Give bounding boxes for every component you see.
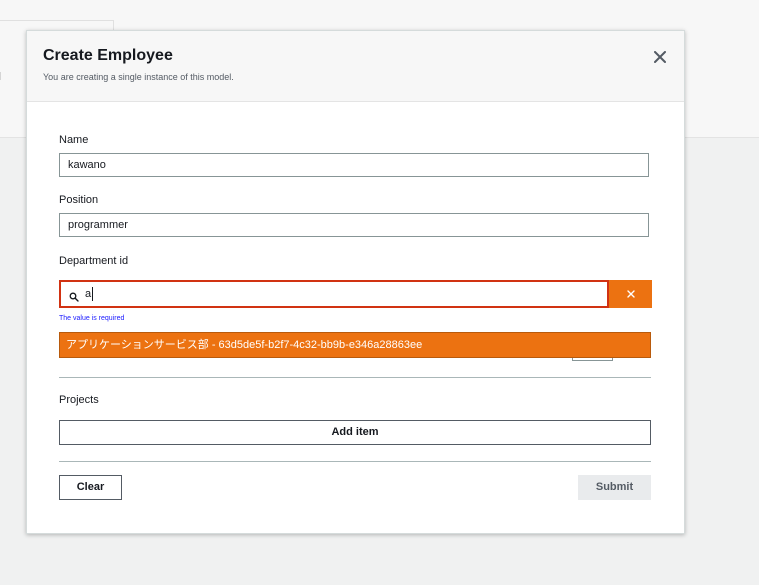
close-button[interactable] xyxy=(649,46,671,68)
section-divider xyxy=(59,377,651,378)
add-item-button[interactable]: Add item xyxy=(59,420,651,445)
footer-divider xyxy=(59,461,651,462)
text-caret xyxy=(92,287,93,301)
position-field[interactable]: programmer xyxy=(59,213,649,237)
department-error-message: The value is required xyxy=(59,315,125,322)
submit-button[interactable]: Submit xyxy=(578,475,651,500)
department-search-input[interactable]: a xyxy=(59,280,609,308)
department-autocomplete: a xyxy=(59,280,652,308)
department-search-value: a xyxy=(85,288,92,300)
modal-subtitle: You are creating a single instance of th… xyxy=(43,72,234,82)
projects-label: Projects xyxy=(59,394,99,406)
clear-search-button[interactable] xyxy=(609,280,652,308)
name-label: Name xyxy=(59,134,89,146)
modal-title: Create Employee xyxy=(43,47,173,64)
modal-header: Create Employee You are creating a singl… xyxy=(27,31,684,102)
clear-button[interactable]: Clear xyxy=(59,475,122,500)
search-icon xyxy=(69,289,79,302)
position-label: Position xyxy=(59,194,99,206)
obscured-button-edge xyxy=(572,358,613,361)
clear-icon xyxy=(626,285,635,303)
name-field[interactable]: kawano xyxy=(59,153,649,177)
background-divider xyxy=(0,72,7,80)
department-id-label: Department id xyxy=(59,255,129,267)
close-icon xyxy=(654,51,666,63)
department-suggestion-option[interactable]: アプリケーションサービス部 - 63d5de5f-b2f7-4c32-bb9b-… xyxy=(59,332,651,358)
create-employee-modal: Create Employee You are creating a singl… xyxy=(26,30,685,534)
